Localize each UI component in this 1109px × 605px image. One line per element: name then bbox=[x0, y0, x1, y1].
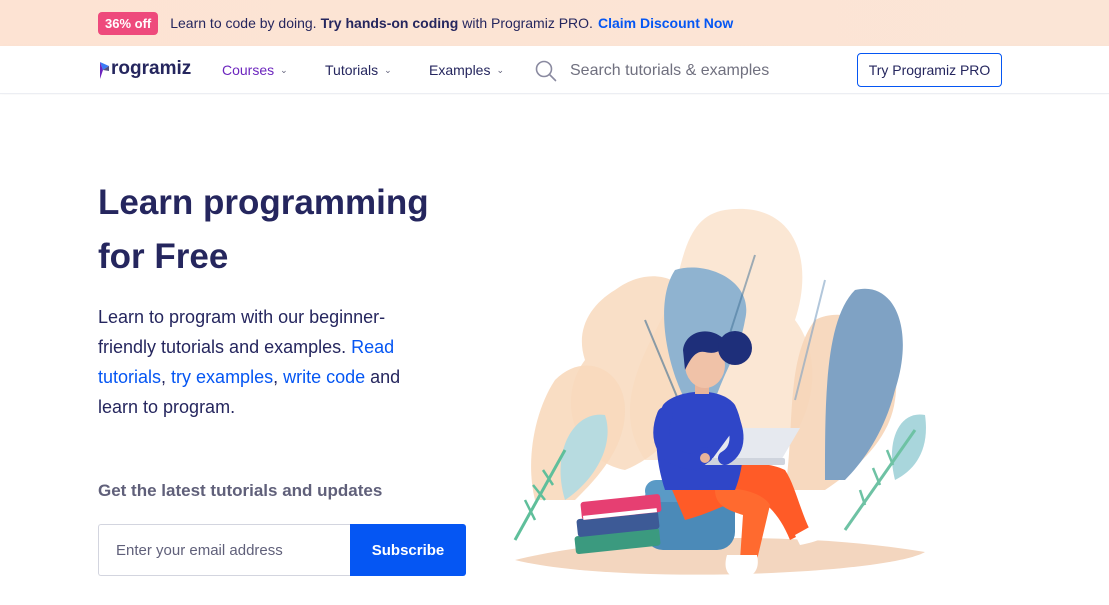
nav-courses-label: Courses bbox=[222, 62, 275, 78]
desc-sep-1: , bbox=[161, 367, 172, 387]
hero-headline: Learn programming for Free bbox=[98, 176, 478, 284]
chevron-down-icon: ⌄ bbox=[496, 64, 505, 75]
headline-line-1: Learn programming bbox=[98, 183, 429, 222]
hero-illustration bbox=[495, 200, 945, 600]
newsletter-title: Get the latest tutorials and updates bbox=[98, 481, 383, 500]
search-input[interactable] bbox=[570, 62, 830, 80]
headline-line-2: for Free bbox=[98, 237, 229, 276]
hero-description: Learn to program with our beginner-frien… bbox=[98, 302, 438, 422]
write-code-link[interactable]: write code bbox=[283, 367, 365, 387]
search-bar[interactable] bbox=[535, 58, 835, 84]
chevron-down-icon: ⌄ bbox=[280, 64, 288, 75]
person-with-laptop-illustration bbox=[513, 208, 926, 578]
promo-banner: 36% off Learn to code by doing. Try hand… bbox=[0, 0, 1109, 46]
try-programiz-pro-button[interactable]: Try Programiz PRO bbox=[857, 53, 1002, 87]
promo-bold-text: Try hands-on coding bbox=[320, 15, 459, 31]
discount-badge: 36% off bbox=[98, 11, 159, 35]
search-icon[interactable] bbox=[535, 60, 557, 82]
try-examples-link[interactable]: try examples bbox=[171, 367, 273, 387]
subscribe-button[interactable]: Subscribe bbox=[350, 524, 466, 576]
nav-courses[interactable]: Courses ⌄ bbox=[222, 62, 288, 78]
nav-examples[interactable]: Examples ⌄ bbox=[429, 62, 504, 78]
email-field[interactable] bbox=[98, 524, 350, 576]
nav-tutorials[interactable]: Tutorials ⌄ bbox=[325, 62, 392, 78]
top-navigation: rogramiz Courses ⌄ Tutorials ⌄ Examples … bbox=[0, 46, 1109, 94]
desc-sep-2: , bbox=[273, 367, 284, 387]
logo-text: rogramiz bbox=[111, 58, 192, 79]
desc-text-1: Learn to program with our beginner-frien… bbox=[98, 307, 386, 357]
promo-text-2: with Programiz PRO. bbox=[462, 15, 593, 31]
newsletter-form: Subscribe bbox=[98, 524, 466, 576]
nav-examples-label: Examples bbox=[429, 62, 491, 78]
chevron-down-icon: ⌄ bbox=[384, 64, 392, 75]
promo-text: Learn to code by doing. bbox=[170, 15, 317, 31]
nav-tutorials-label: Tutorials bbox=[325, 62, 379, 78]
claim-discount-link[interactable]: Claim Discount Now bbox=[598, 15, 733, 31]
programiz-logo[interactable]: rogramiz bbox=[98, 56, 191, 82]
programiz-logo-icon bbox=[98, 59, 110, 79]
